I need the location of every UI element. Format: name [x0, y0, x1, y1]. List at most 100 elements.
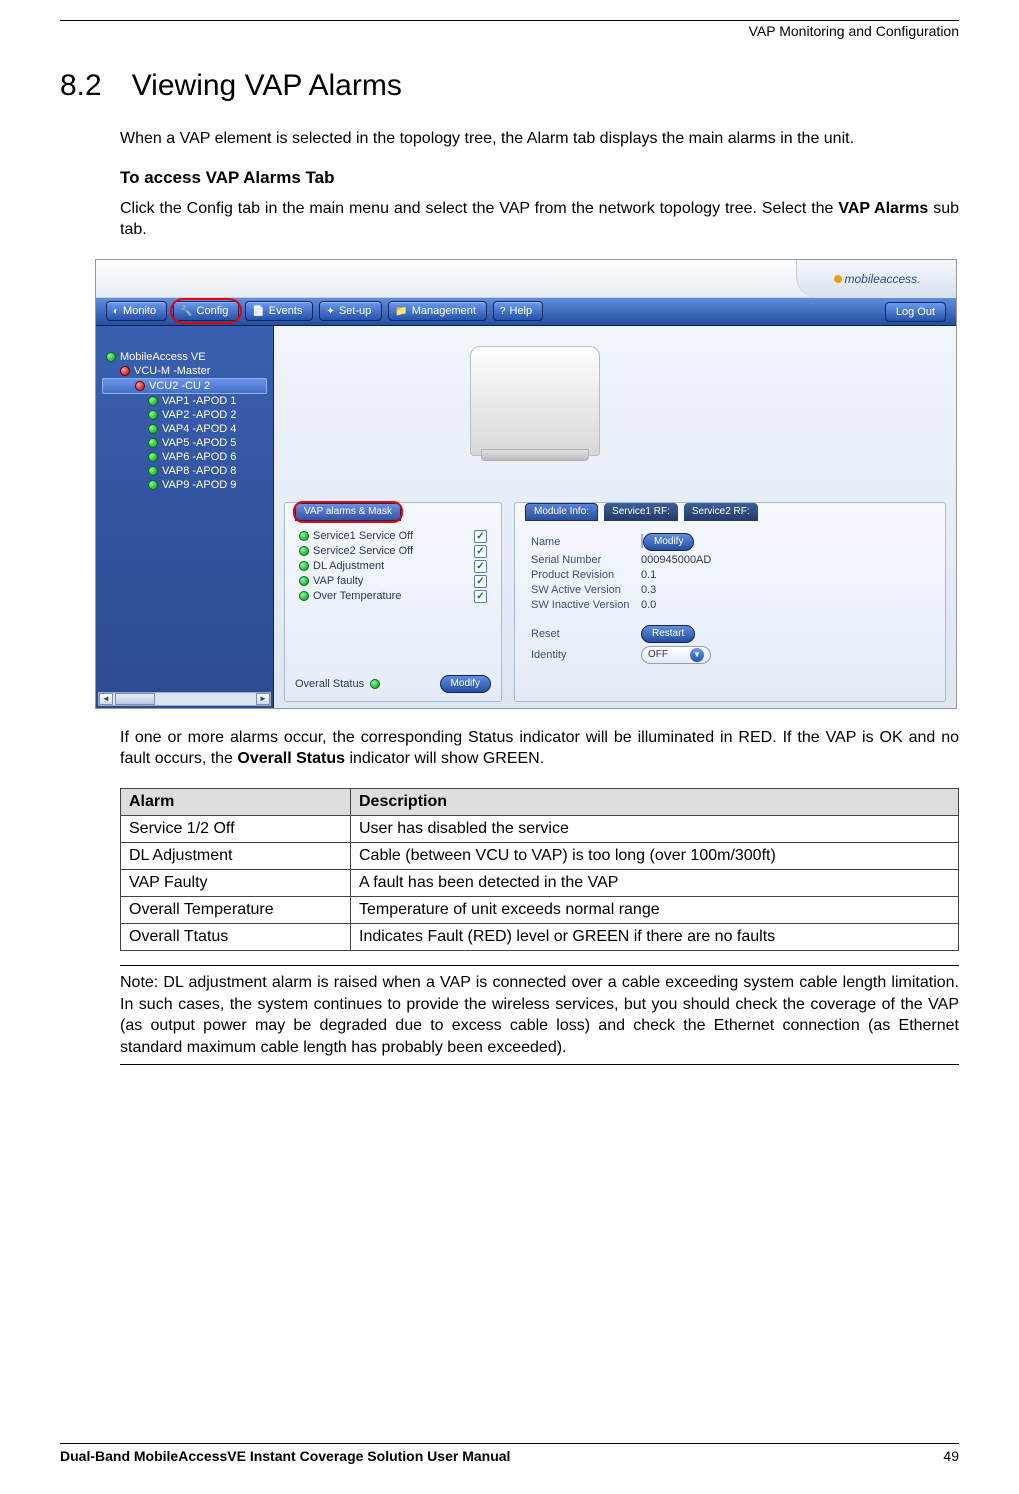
monitor-icon: ◐ [113, 306, 119, 317]
status-dot-icon [299, 531, 309, 541]
alarm-row: Service1 Service Off ✓ [299, 529, 487, 544]
table-header-row: Alarm Description [121, 788, 959, 815]
tab-service2-rf[interactable]: Service2 RF: [684, 503, 758, 521]
tree-vap[interactable]: VAP5 -APOD 5 [102, 436, 273, 450]
th-alarm: Alarm [121, 788, 351, 815]
alarm-label: Service1 Service Off [313, 530, 413, 542]
tree-label: VAP1 -APOD 1 [162, 395, 236, 407]
status-dot-icon [148, 424, 158, 434]
status-dot-icon [148, 410, 158, 420]
tree-vap[interactable]: VAP2 -APOD 2 [102, 408, 273, 422]
tree-vap[interactable]: VAP4 -APOD 4 [102, 422, 273, 436]
cell-alarm: VAP Faulty [121, 869, 351, 896]
status-dot-icon [120, 366, 130, 376]
tree-vcu2[interactable]: VCU2 -CU 2 [102, 378, 267, 394]
menu-monitor[interactable]: ◐Monito [106, 301, 167, 321]
mask-checkbox[interactable]: ✓ [474, 560, 487, 573]
page-footer: Dual-Band MobileAccessVE Instant Coverag… [60, 1443, 959, 1464]
scroll-left-icon[interactable]: ◄ [99, 693, 113, 705]
status-dot-icon [148, 480, 158, 490]
status-dot-icon [370, 679, 380, 689]
app-screenshot: mobileaccess. ◐Monito 🔧Config 📄Events ✦S… [95, 259, 957, 709]
menu-setup[interactable]: ✦Set-up [319, 301, 382, 321]
alarm-row: DL Adjustment✓ [299, 559, 487, 574]
menu-config-label: Config [197, 305, 229, 317]
modify-label: Modify [451, 678, 480, 689]
tree-vcu2-label: VCU2 -CU 2 [149, 380, 210, 392]
tree-vcum[interactable]: VCU-M -Master [102, 364, 273, 378]
tree-vap[interactable]: VAP9 -APOD 9 [102, 478, 273, 492]
table-row: Overall TtatusIndicates Fault (RED) leve… [121, 923, 959, 950]
cell-desc: Indicates Fault (RED) level or GREEN if … [351, 923, 959, 950]
field-swi-label: SW Inactive Version [531, 599, 641, 611]
tab-s2-label: Service2 RF: [692, 506, 750, 517]
section-title-text: Viewing VAP Alarms [132, 69, 402, 103]
status-dot-icon [299, 561, 309, 571]
events-icon: 📄 [252, 306, 264, 317]
modify-name-button[interactable]: Modify [643, 533, 694, 551]
field-swa-label: SW Active Version [531, 584, 641, 596]
tree-vap[interactable]: VAP8 -APOD 8 [102, 464, 273, 478]
menu-help-label: Help [509, 305, 532, 317]
overall-status-row: Overall Status Modify [295, 675, 491, 693]
p3-c: indicator will show GREEN. [345, 750, 544, 767]
tab-alarms-label: VAP alarms & Mask [304, 506, 392, 517]
scroll-thumb[interactable] [115, 693, 155, 705]
mask-checkbox[interactable]: ✓ [474, 545, 487, 558]
field-identity-label: Identity [531, 649, 641, 661]
field-serial-label: Serial Number [531, 554, 641, 566]
field-serial-value: 000945000AD [641, 554, 929, 566]
mask-checkbox[interactable]: ✓ [474, 590, 487, 603]
status-dot-icon [148, 452, 158, 462]
status-paragraph: If one or more alarms occur, the corresp… [120, 727, 959, 770]
mask-checkbox[interactable]: ✓ [474, 530, 487, 543]
note-box: Note: DL adjustment alarm is raised when… [120, 965, 959, 1065]
identity-select[interactable]: OFF ▼ [641, 646, 711, 664]
alarm-row: Service2 Service Off✓ [299, 544, 487, 559]
logout-button[interactable]: Log Out [885, 302, 946, 322]
app-topbar: mobileaccess. [96, 260, 956, 298]
field-swa-value: 0.3 [641, 584, 929, 596]
scroll-right-icon[interactable]: ► [256, 693, 270, 705]
status-dot-icon [148, 438, 158, 448]
tab-service1-rf[interactable]: Service1 RF: [604, 503, 678, 521]
identity-value: OFF [648, 649, 668, 660]
modify-button[interactable]: Modify [440, 675, 491, 693]
tab-module-label: Module Info: [534, 506, 589, 517]
chevron-down-icon: ▼ [690, 648, 704, 662]
cell-alarm: DL Adjustment [121, 842, 351, 869]
tree-root-label: MobileAccess VE [120, 351, 206, 363]
modify-name-label: Modify [654, 536, 683, 547]
menu-management[interactable]: 📁Management [388, 301, 487, 321]
overall-status-label: Overall Status [295, 678, 364, 690]
restart-button[interactable]: Restart [641, 625, 695, 643]
cell-desc: Cable (between VCU to VAP) is too long (… [351, 842, 959, 869]
folder-icon: 📁 [395, 306, 407, 317]
alarm-label: Over Temperature [313, 590, 401, 602]
tree-vap[interactable]: VAP1 -APOD 1 [102, 394, 273, 408]
cell-alarm: Service 1/2 Off [121, 815, 351, 842]
menu-help[interactable]: ?Help [493, 301, 543, 321]
field-name-label: Name [531, 536, 641, 548]
logout-label: Log Out [896, 306, 935, 318]
alarm-row: VAP faulty✓ [299, 574, 487, 589]
menu-config[interactable]: 🔧Config [173, 301, 239, 321]
tree-vap[interactable]: VAP6 -APOD 6 [102, 450, 273, 464]
cell-desc: A fault has been detected in the VAP [351, 869, 959, 896]
cell-desc: Temperature of unit exceeds normal range [351, 896, 959, 923]
tree-scrollbar[interactable]: ◄ ► [98, 692, 271, 706]
tab-vap-alarms[interactable]: VAP alarms & Mask [295, 503, 401, 521]
tab-module-info[interactable]: Module Info: [525, 503, 598, 521]
top-rule [60, 20, 959, 21]
alarm-row: Over Temperature ✓ [299, 589, 487, 604]
cell-alarm: Overall Ttatus [121, 923, 351, 950]
field-reset-label: Reset [531, 628, 641, 640]
help-icon: ? [500, 306, 506, 317]
status-dot-icon [148, 396, 158, 406]
menu-events[interactable]: 📄Events [245, 301, 313, 321]
tree-root-item[interactable]: MobileAccess VE [102, 350, 273, 364]
name-row: Modify [641, 533, 929, 551]
brand-text: mobileaccess. [844, 272, 920, 286]
cell-desc: User has disabled the service [351, 815, 959, 842]
mask-checkbox[interactable]: ✓ [474, 575, 487, 588]
